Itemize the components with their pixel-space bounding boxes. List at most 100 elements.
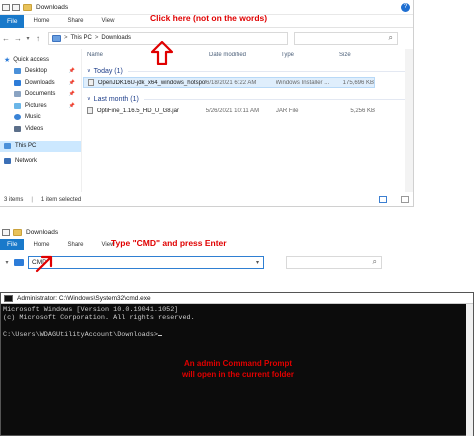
tab-view[interactable]: View [93,18,124,24]
red-up-arrow-icon [151,41,173,65]
group-divider [127,70,409,72]
file-size: 175,696 KB [342,79,374,86]
save-icon[interactable] [2,3,10,11]
file-size: 5,256 KB [350,107,375,114]
selection-count: 1 item selected [40,196,82,203]
item-count: 3 items [4,196,24,203]
this-pc-icon [52,34,61,42]
save-icon[interactable] [2,228,10,236]
console-output[interactable]: Microsoft Windows [Version 10.0.19041.10… [1,304,473,342]
callout-admin-prompt: An admin Command Prompt will open in the… [178,358,298,380]
tab-share[interactable]: Share [59,242,93,248]
table-row[interactable]: OptiFine_1.16.5_HD_U_G8.jar 5/26/2021 10… [83,105,375,116]
address-row: ← → ▾ ↑ > This PC > Downloads ⌕ [0,28,413,48]
nav-label: Network [15,157,38,164]
tab-home[interactable]: Home [24,242,58,248]
vertical-scrollbar[interactable] [405,49,413,192]
address-dropdown-icon[interactable]: ▾ [256,259,259,266]
nav-this-pc[interactable]: This PC [0,140,81,152]
column-size[interactable]: Size [339,52,389,58]
breadcrumb-separator: > [64,35,68,41]
text-cursor [158,335,162,337]
pin-icon: 📌 [68,68,75,75]
console-icon [4,294,13,302]
explorer-window: Downloads File Home Share View ? ← → ▾ ↑… [0,0,414,207]
properties-icon[interactable] [12,3,20,11]
file-date: 5/26/2021 10:11 AM [205,107,260,114]
nav-label: This PC [15,143,37,150]
file-date: 6/18/2021 6:22 AM [206,79,257,86]
table-row[interactable]: OpenJDK16U-jdk_x64_windows_hotspot_... 6… [83,77,375,88]
installer-icon [88,79,94,86]
breadcrumb-downloads[interactable]: Downloads [101,35,131,41]
nav-desktop[interactable]: Desktop 📌 [0,66,81,78]
jar-file-icon [87,107,93,114]
forward-arrow-icon[interactable]: → [12,34,24,43]
red-diagonal-arrow-icon [35,255,53,273]
nav-videos[interactable]: Videos [0,123,81,135]
breadcrumb-separator: > [94,35,99,41]
navigation-pane: ★ Quick access Desktop 📌 Downloads 📌 Doc… [0,49,82,192]
nav-label: Quick access [13,56,49,63]
column-headers: Name Date modified Type Size [83,49,413,61]
recent-dropdown-icon[interactable]: ▾ [24,35,32,42]
large-icons-view-icon[interactable] [401,196,409,203]
nav-quick-access[interactable]: ★ Quick access [0,54,81,66]
column-date-modified[interactable]: Date modified [209,52,281,58]
videos-icon [14,125,21,132]
callout-type-cmd: Type "CMD" and press Enter [111,238,227,248]
nav-documents[interactable]: Documents 📌 [0,89,81,101]
download-folder-icon [14,258,24,266]
file-type: Windows Installer ... [275,79,330,86]
group-divider [143,98,409,100]
search-box[interactable]: ⌕ [294,31,398,45]
tab-home[interactable]: Home [24,18,58,24]
explorer-window-typing: Downloads File Home Share View ▾ CMD ▾ ⌕ [0,225,414,272]
help-icon[interactable]: ? [401,3,410,12]
file-list-pane: Name Date modified Type Size ∨ Today (1)… [83,49,413,192]
file-name: OptiFine_1.16.5_HD_U_G8.jar [96,107,179,114]
nav-network[interactable]: Network [0,155,81,167]
column-type[interactable]: Type [281,52,339,58]
search-icon: ⌕ [388,33,393,42]
folder-icon [23,3,32,11]
nav-label: Music [25,114,41,121]
file-tab[interactable]: File [0,239,25,250]
file-name: OpenJDK16U-jdk_x64_windows_hotspot_... [97,79,206,86]
recent-dropdown-icon[interactable]: ▾ [0,259,14,266]
network-icon [4,157,11,164]
file-tab[interactable]: File [0,14,25,28]
nav-downloads[interactable]: Downloads 📌 [0,77,81,89]
console-prompt: C:\Users\WDAGUtilityAccount\Downloads> [3,331,158,340]
desktop-icon [14,68,21,75]
chevron-down-icon: ∨ [87,68,91,74]
back-arrow-icon[interactable]: ← [0,34,12,43]
callout-line: will open in the current folder [181,370,294,379]
nav-music[interactable]: Music [0,112,81,124]
address-row: ▾ CMD ▾ ⌕ [0,252,414,272]
nav-label: Documents [25,91,56,98]
address-bar-input[interactable]: CMD ▾ [28,255,264,269]
window-title: Downloads [36,3,69,11]
star-icon: ★ [4,56,11,64]
console-scrollbar[interactable] [466,304,473,436]
cmd-window-title: Administrator: C:\Windows\System32\cmd.e… [17,294,151,302]
chevron-down-icon: ∨ [87,96,91,102]
search-box[interactable]: ⌕ [286,255,382,269]
pin-icon: 📌 [68,102,75,109]
breadcrumb-this-pc[interactable]: This PC [71,35,92,41]
console-line: (c) Microsoft Corporation. All rights re… [3,314,195,323]
documents-icon [14,91,21,98]
nav-label: Videos [25,125,44,132]
nav-pictures[interactable]: Pictures 📌 [0,100,81,112]
up-arrow-icon[interactable]: ↑ [32,34,44,43]
column-name[interactable]: Name [83,52,209,58]
details-view-icon[interactable] [379,196,387,203]
group-header-today[interactable]: ∨ Today (1) [83,65,413,77]
pictures-icon [14,102,21,109]
tab-share[interactable]: Share [59,18,93,24]
console-prompt-line: C:\Users\WDAGUtilityAccount\Downloads> [3,331,471,339]
computer-icon [4,143,11,150]
group-header-last-month[interactable]: ∨ Last month (1) [83,93,413,105]
